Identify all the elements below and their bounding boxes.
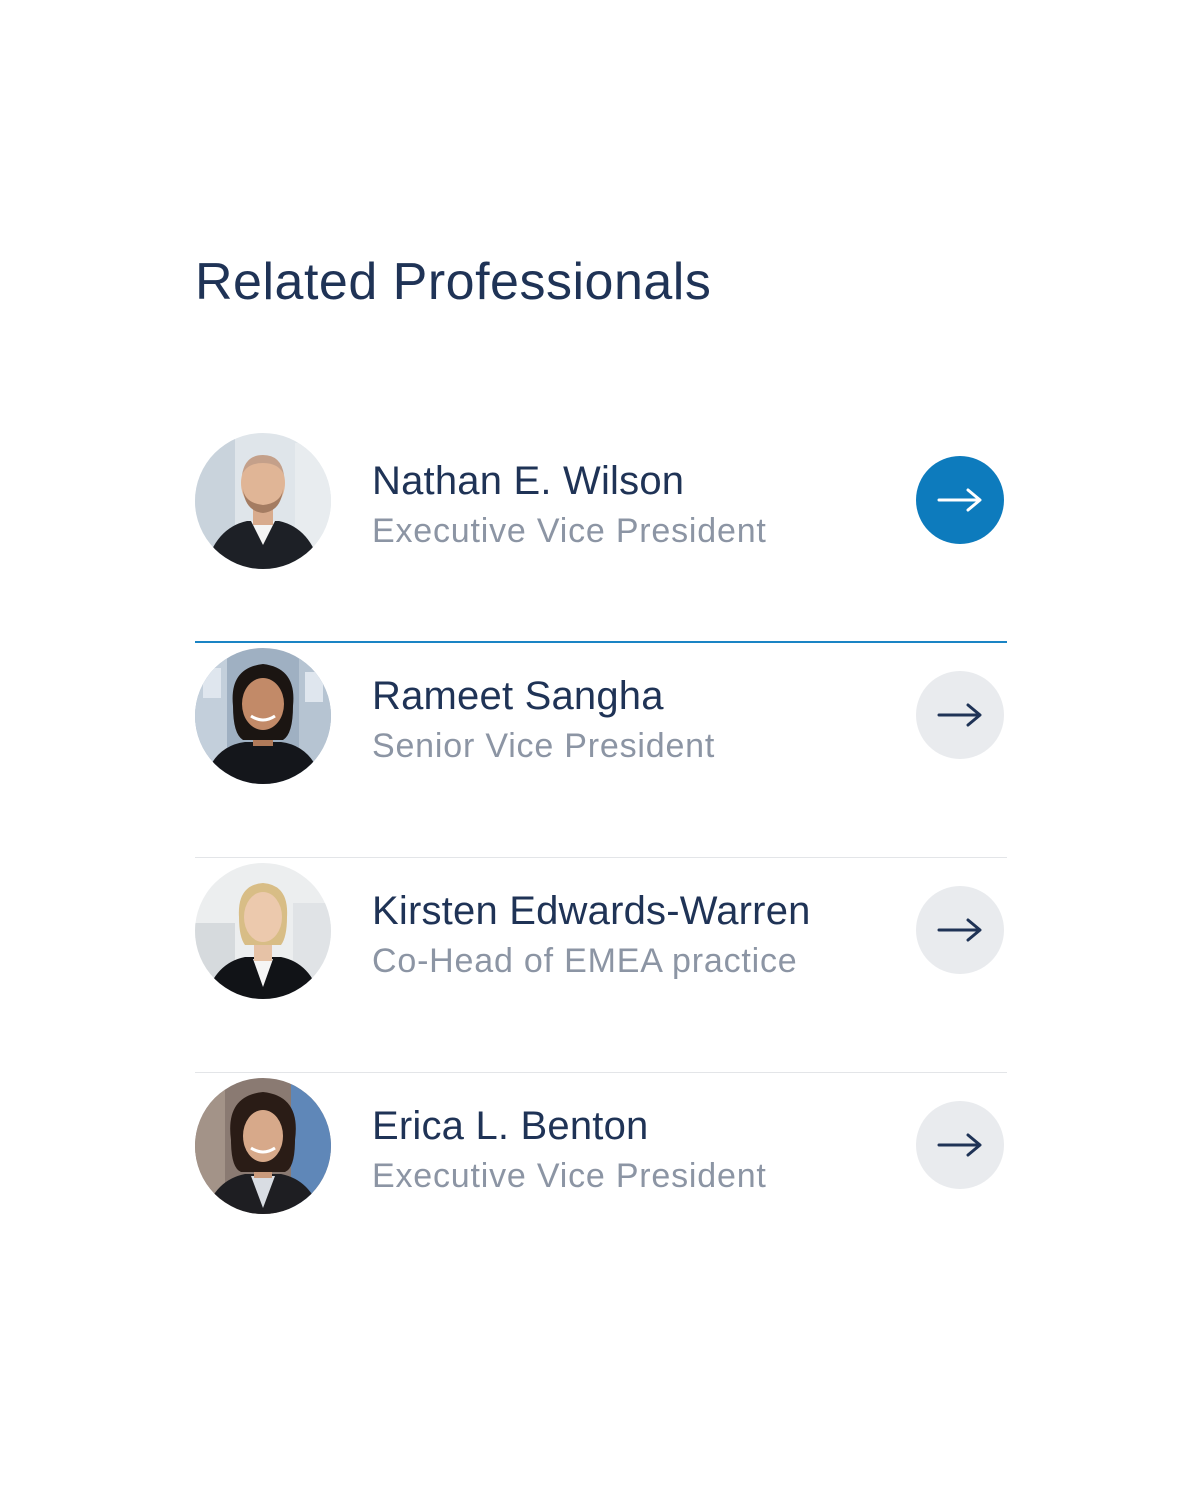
avatar-photo-icon bbox=[195, 433, 331, 569]
arrow-right-icon bbox=[937, 1133, 982, 1157]
view-profile-button[interactable] bbox=[916, 886, 1004, 974]
related-professionals-section: Related Professionals Nathan E. Wilson E… bbox=[195, 250, 1007, 1214]
avatar bbox=[195, 1078, 331, 1214]
professional-title: Co-Head of EMEA practice bbox=[372, 942, 798, 980]
related-professionals-card: Related Professionals Nathan E. Wilson E… bbox=[0, 0, 1200, 1500]
professional-info: Erica L. Benton Executive Vice President bbox=[372, 1101, 892, 1201]
professional-info: Rameet Sangha Senior Vice President bbox=[372, 671, 892, 771]
professional-row-nathan-wilson[interactable]: Nathan E. Wilson Executive Vice Presiden… bbox=[195, 428, 1007, 643]
view-profile-button[interactable] bbox=[916, 671, 1004, 759]
professional-title: Senior Vice President bbox=[372, 727, 716, 765]
arrow-right-icon bbox=[937, 918, 982, 942]
avatar bbox=[195, 648, 331, 784]
avatar bbox=[195, 863, 331, 999]
avatar-photo-icon bbox=[195, 863, 331, 999]
avatar-photo-icon bbox=[195, 1078, 331, 1214]
professional-name[interactable]: Rameet Sangha bbox=[372, 671, 892, 721]
section-title: Related Professionals bbox=[195, 253, 712, 311]
avatar bbox=[195, 433, 331, 569]
arrow-right-icon bbox=[937, 488, 982, 512]
professional-title: Executive Vice President bbox=[372, 1157, 767, 1195]
professional-row-erica-benton[interactable]: Erica L. Benton Executive Vice President bbox=[195, 1073, 1007, 1288]
professionals-list: Nathan E. Wilson Executive Vice Presiden… bbox=[195, 428, 1007, 1288]
professional-row-kirsten-edwards-warren[interactable]: Kirsten Edwards-Warren Co-Head of EMEA p… bbox=[195, 858, 1007, 1073]
professional-info: Kirsten Edwards-Warren Co-Head of EMEA p… bbox=[372, 886, 892, 986]
avatar-photo-icon bbox=[195, 648, 331, 784]
professional-name[interactable]: Nathan E. Wilson bbox=[372, 456, 892, 506]
professional-title: Executive Vice President bbox=[372, 512, 767, 550]
view-profile-button[interactable] bbox=[916, 1101, 1004, 1189]
view-profile-button[interactable] bbox=[916, 456, 1004, 544]
arrow-right-icon bbox=[937, 703, 982, 727]
professional-row-rameet-sangha[interactable]: Rameet Sangha Senior Vice President bbox=[195, 643, 1007, 858]
professional-info: Nathan E. Wilson Executive Vice Presiden… bbox=[372, 456, 892, 556]
professional-name[interactable]: Erica L. Benton bbox=[372, 1101, 892, 1151]
professional-name[interactable]: Kirsten Edwards-Warren bbox=[372, 886, 892, 936]
